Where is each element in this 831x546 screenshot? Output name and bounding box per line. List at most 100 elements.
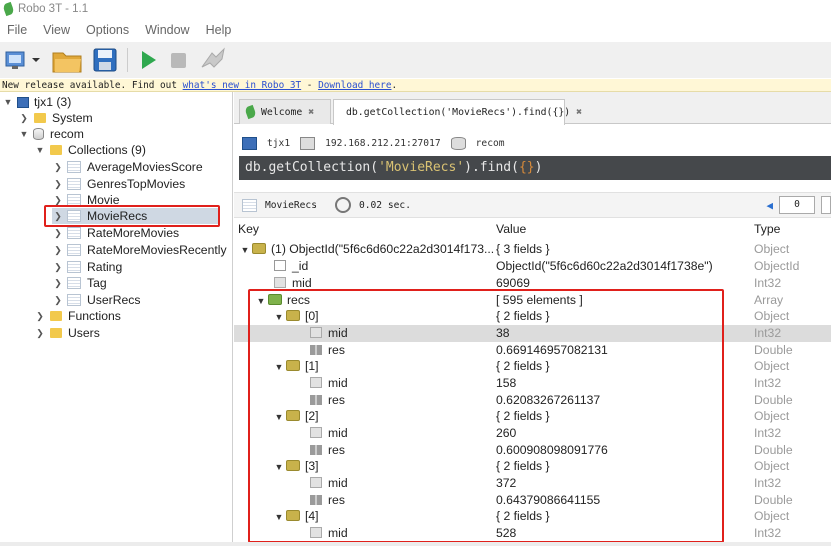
chevron-down-icon[interactable]: ▼	[238, 242, 252, 259]
conn-server: tjx1	[267, 137, 291, 149]
main-panel: Welcome ✖ db.getCollection('MovieRecs').…	[234, 92, 831, 546]
chevron-right-icon[interactable]: ❯	[34, 311, 46, 322]
menu-view[interactable]: View	[36, 23, 79, 37]
title-bar: Robo 3T - 1.1	[0, 0, 831, 18]
page-size-input[interactable]	[821, 196, 831, 214]
menu-window[interactable]: Window	[138, 23, 198, 37]
menu-options[interactable]: Options	[79, 23, 138, 37]
chevron-right-icon[interactable]: ❯	[52, 162, 64, 173]
chevron-down-icon[interactable]: ▼	[34, 145, 46, 155]
chevron-right-icon[interactable]: ❯	[52, 179, 64, 190]
page-input[interactable]: 0	[779, 196, 815, 214]
folder-icon	[50, 328, 62, 338]
collection-icon	[67, 161, 81, 173]
tab-welcome[interactable]: Welcome ✖	[239, 99, 331, 124]
explorer-sidebar: ▼ tjx1 (3) ❯ System ▼ recom ▼ Collection…	[0, 92, 233, 546]
chevron-down-icon[interactable]: ▼	[18, 129, 30, 139]
tree-db-recom[interactable]: ▼ recom	[18, 126, 84, 142]
collection-icon	[67, 261, 81, 273]
result-time: 0.02 sec.	[358, 199, 411, 211]
collection-icon	[67, 277, 81, 289]
folder-icon	[50, 145, 62, 155]
tab-query[interactable]: db.getCollection('MovieRecs').find({}) ✖	[333, 99, 582, 125]
tree-collection-item[interactable]: ❯ Rating	[52, 259, 122, 275]
tree-collection-item[interactable]: ❯ GenresTopMovies	[52, 176, 185, 192]
chevron-right-icon[interactable]: ❯	[52, 295, 64, 306]
collection-icon	[67, 244, 81, 256]
chevron-right-icon[interactable]: ❯	[52, 195, 64, 206]
row-type: Int32	[754, 526, 782, 540]
notice-period: .	[391, 80, 398, 91]
chevron-right-icon[interactable]: ❯	[52, 278, 64, 289]
close-icon[interactable]: ✖	[576, 107, 582, 118]
highlight-annotation	[248, 289, 724, 543]
stop-icon[interactable]	[168, 45, 190, 75]
row-type: Double	[754, 393, 793, 407]
tree-collection-item[interactable]: ❯ Tag	[52, 275, 107, 291]
table-row[interactable]: ▼ (1) ObjectId("5f6c6d60c22a2d3014f173...…	[234, 241, 831, 258]
tree-collection-item[interactable]: ❯ RateMoreMovies	[52, 225, 179, 241]
chevron-right-icon[interactable]: ❯	[18, 113, 30, 124]
pager: ◀ 0	[766, 196, 831, 214]
row-type: Double	[754, 493, 793, 507]
chevron-right-icon[interactable]: ❯	[52, 245, 64, 256]
query-part: )	[534, 160, 543, 175]
server-icon	[242, 136, 257, 150]
tree-collection-item[interactable]: ❯ AverageMoviesScore	[52, 159, 202, 175]
row-key: (1) ObjectId("5f6c6d60c22a2d3014f173...	[271, 242, 495, 256]
tree-collections[interactable]: ▼ Collections (9)	[34, 142, 146, 158]
column-header-type[interactable]: Type	[754, 222, 780, 238]
chevron-right-icon[interactable]: ❯	[52, 262, 64, 273]
tree-server[interactable]: ▼ tjx1 (3)	[2, 94, 72, 110]
robo3t-logo-icon	[2, 1, 15, 17]
collection-label: RateMoreMoviesRecently	[87, 243, 227, 257]
row-type: Double	[754, 343, 793, 357]
save-icon[interactable]	[91, 45, 119, 75]
tab-label: Welcome	[261, 106, 303, 118]
row-type: Object	[754, 242, 790, 256]
document-icon	[252, 243, 266, 254]
chevron-right-icon[interactable]: ❯	[34, 328, 46, 339]
tree-collection-item[interactable]: ❯ UserRecs	[52, 292, 141, 308]
db-label: recom	[50, 127, 84, 141]
menu-file[interactable]: File	[0, 23, 36, 37]
tab-bar: Welcome ✖ db.getCollection('MovieRecs').…	[234, 92, 831, 125]
tree-collection-item[interactable]: ❯ RateMoreMoviesRecently	[52, 242, 227, 258]
database-icon	[450, 136, 466, 150]
system-label: System	[52, 111, 93, 125]
release-notice: New release available. Find out what's n…	[0, 79, 831, 92]
collection-label: UserRecs	[87, 293, 141, 307]
menu-help[interactable]: Help	[199, 23, 241, 37]
page-prev-icon[interactable]: ◀	[766, 199, 773, 212]
tree-functions[interactable]: ❯ Functions	[34, 308, 121, 324]
tree-users[interactable]: ❯ Users	[34, 325, 100, 341]
chevron-down-icon[interactable]: ▼	[2, 97, 14, 107]
collection-label: Tag	[87, 276, 107, 290]
execute-icon[interactable]	[136, 45, 160, 75]
row-key: mid	[292, 276, 312, 290]
close-icon[interactable]: ✖	[308, 107, 314, 118]
tab-label: db.getCollection('MovieRecs').find({})	[346, 107, 571, 118]
window-title: Robo 3T - 1.1	[18, 3, 89, 15]
query-editor[interactable]: db.getCollection('MovieRecs').find({})	[239, 156, 831, 180]
table-row[interactable]: _id ObjectId("5f6c6d60c22a2d3014f1738e")…	[234, 258, 831, 275]
row-type: Object	[754, 509, 790, 523]
tree-system[interactable]: ❯ System	[18, 110, 93, 126]
row-value: { 3 fields }	[496, 242, 550, 256]
column-header-key[interactable]: Key	[238, 222, 259, 238]
column-header-value[interactable]: Value	[496, 222, 526, 238]
sync-icon[interactable]	[198, 45, 228, 75]
row-type: Double	[754, 443, 793, 457]
connect-icon[interactable]	[3, 45, 43, 75]
open-folder-icon[interactable]	[51, 45, 83, 75]
collections-label: Collections (9)	[68, 143, 146, 157]
download-link[interactable]: Download here	[318, 80, 391, 91]
collection-icon	[67, 178, 81, 190]
whats-new-link[interactable]: what's new in Robo 3T	[183, 80, 302, 91]
chevron-right-icon[interactable]: ❯	[52, 228, 64, 239]
functions-label: Functions	[68, 309, 121, 323]
row-type: Int32	[754, 476, 782, 490]
users-label: Users	[68, 326, 100, 340]
status-bar	[0, 542, 831, 546]
folder-icon	[50, 311, 62, 321]
